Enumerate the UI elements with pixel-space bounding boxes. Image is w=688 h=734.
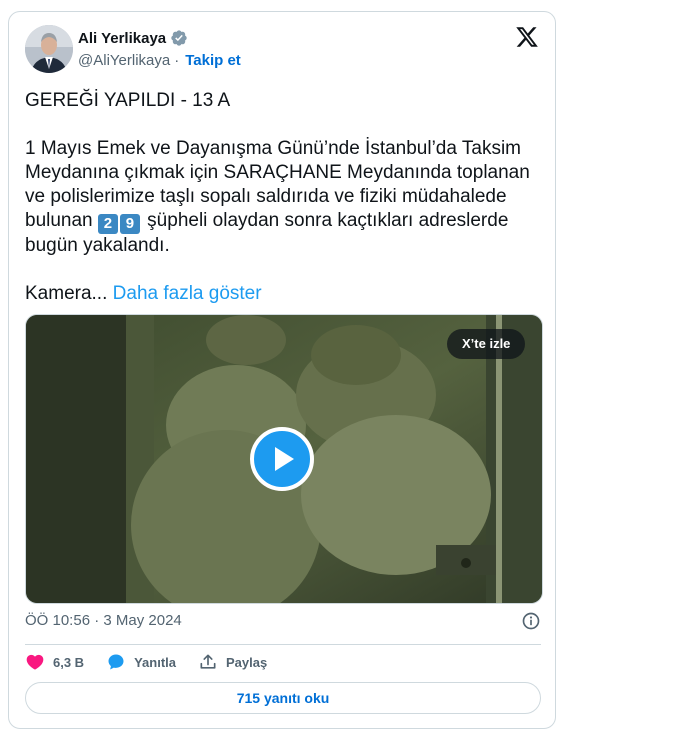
- share-icon: [200, 654, 216, 669]
- heart-icon: [26, 654, 44, 670]
- info-icon[interactable]: [521, 611, 541, 631]
- author-name[interactable]: Ali Yerlikaya: [78, 30, 166, 47]
- tweet-card: Ali Yerlikaya @AliYerlikaya · Takip et G…: [8, 11, 556, 729]
- reply-label: Yanıtla: [134, 654, 176, 670]
- verified-badge-icon: [171, 30, 187, 46]
- handle-separator: ·: [174, 52, 180, 69]
- author-handle[interactable]: @AliYerlikaya: [78, 52, 170, 69]
- follow-button[interactable]: Takip et: [185, 52, 241, 69]
- x-logo-icon[interactable]: [515, 25, 539, 49]
- play-icon: [275, 447, 294, 471]
- like-button[interactable]: 6,3 B: [25, 652, 84, 672]
- show-more-link[interactable]: Daha fazla göster: [113, 283, 262, 304]
- play-button[interactable]: [250, 427, 314, 491]
- reply-bubble-icon: [108, 654, 124, 670]
- tweet-truncated-text: Kamera...: [25, 283, 108, 304]
- like-count: 6,3 B: [53, 654, 85, 670]
- action-bar: 6,3 B Yanıtla Paylaş: [25, 652, 289, 672]
- reply-button[interactable]: Yanıtla: [106, 652, 176, 672]
- tweet-timestamp[interactable]: ÖÖ 10:56 · 3 May 2024: [25, 612, 182, 629]
- share-label: Paylaş: [226, 654, 268, 670]
- keycap-digit-nine-icon: 9: [119, 214, 140, 234]
- avatar[interactable]: [25, 25, 73, 73]
- share-button[interactable]: Paylaş: [198, 652, 267, 672]
- keycap-digit-two-icon: 2: [97, 214, 118, 234]
- read-replies-button[interactable]: 715 yanıtı oku: [25, 682, 541, 714]
- divider: [25, 644, 541, 645]
- tweet-text: GEREĞİ YAPILDI - 13 A 1 Mayıs Emek ve Da…: [25, 89, 545, 306]
- tweet-headline: GEREĞİ YAPILDI - 13 A: [25, 90, 231, 111]
- tweet-meta: ÖÖ 10:56 · 3 May 2024: [25, 611, 541, 631]
- watch-on-x-button[interactable]: X’te izle: [447, 329, 526, 359]
- video-player[interactable]: X’te izle: [25, 314, 543, 604]
